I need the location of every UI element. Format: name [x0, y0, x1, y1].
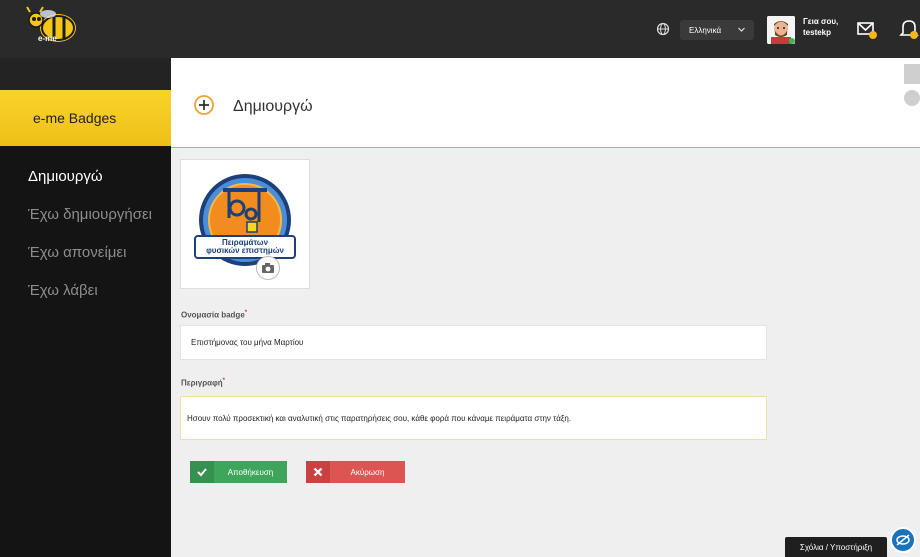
badge-image — [194, 174, 296, 266]
accessibility-icon[interactable] — [890, 527, 916, 553]
chevron-down-icon — [738, 27, 745, 32]
required-mark: * — [244, 310, 248, 316]
user-greeting: Γεια σου, testekp — [803, 16, 838, 38]
badge-name-input[interactable]: Επιστήμονας του μήνα Μαρτίου — [180, 325, 767, 360]
language-select[interactable]: Ελληνικά — [680, 20, 754, 40]
save-button[interactable]: Αποθήκευση — [190, 461, 287, 483]
description-textarea[interactable]: Ησουν πολύ προσεκτική και αναλυτική στις… — [180, 396, 767, 440]
cancel-button[interactable]: Ακύρωση — [306, 461, 405, 483]
check-icon — [190, 461, 214, 483]
description-label: Περιγραφή* — [181, 378, 225, 388]
mail-icon[interactable] — [856, 19, 878, 39]
main-content: Δημιουργώ Πειραμάτων φυσικών επιστημών Ο… — [171, 58, 920, 557]
camera-icon[interactable] — [256, 256, 280, 280]
username-text: testekp — [803, 28, 832, 37]
top-bar: e-me Ελληνικά Γεια σου, testekp — [0, 0, 920, 58]
bell-notification-badge — [910, 31, 918, 39]
history-icon[interactable] — [904, 90, 920, 106]
language-label: Ελληνικά — [689, 25, 722, 35]
sidebar-item-created[interactable]: Έχω δημιουργήσει — [28, 206, 152, 244]
bell-icon[interactable] — [898, 17, 920, 41]
sidebar-item-received[interactable]: Έχω λάβει — [28, 282, 152, 320]
required-mark: * — [222, 378, 226, 384]
mail-notification-badge — [869, 31, 877, 39]
name-label: Ονομασία badge* — [181, 310, 247, 320]
sidebar-item-awarded[interactable]: Έχω απονείμει — [28, 244, 152, 282]
description-value: Ησουν πολύ προσεκτική και αναλυτική στις… — [187, 413, 572, 423]
sidebar-item-create[interactable]: Δημιουργώ — [28, 168, 152, 206]
e-me-logo[interactable]: e-me — [24, 6, 80, 48]
badge-text-line2: φυσικών επιστημών — [206, 246, 284, 255]
cancel-button-label: Ακύρωση — [350, 467, 385, 477]
badge-name-value: Επιστήμονας του μήνα Μαρτίου — [191, 338, 304, 347]
sidebar: e-me Badges Δημιουργώ Έχω δημιουργήσει Έ… — [0, 58, 171, 557]
page-title: Δημιουργώ — [233, 98, 313, 115]
sidebar-spacer — [0, 58, 171, 90]
name-label-text: Ονομασία badge — [181, 310, 245, 320]
avatar[interactable] — [767, 16, 795, 44]
save-button-label: Αποθήκευση — [227, 467, 274, 477]
badge-image-box[interactable]: Πειραμάτων φυσικών επιστημών — [180, 159, 310, 289]
description-label-text: Περιγραφή — [181, 378, 223, 388]
badge-image-text: Πειραμάτων φυσικών επιστημών — [195, 239, 295, 255]
close-icon — [306, 461, 330, 483]
globe-icon — [656, 22, 670, 36]
logo-text: e-me — [38, 34, 57, 43]
bookmark-icon[interactable] — [904, 64, 920, 84]
online-status-dot — [789, 38, 795, 44]
sidebar-app-title[interactable]: e-me Badges — [0, 90, 171, 146]
greeting-text: Γεια σου, — [803, 17, 839, 26]
feedback-support-button[interactable]: Σχόλια / Υποστήριξη — [785, 537, 887, 557]
plus-circle-icon — [194, 95, 214, 115]
sidebar-nav: Δημιουργώ Έχω δημιουργήσει Έχω απονείμει… — [28, 168, 152, 320]
page-header: Δημιουργώ — [171, 58, 920, 148]
